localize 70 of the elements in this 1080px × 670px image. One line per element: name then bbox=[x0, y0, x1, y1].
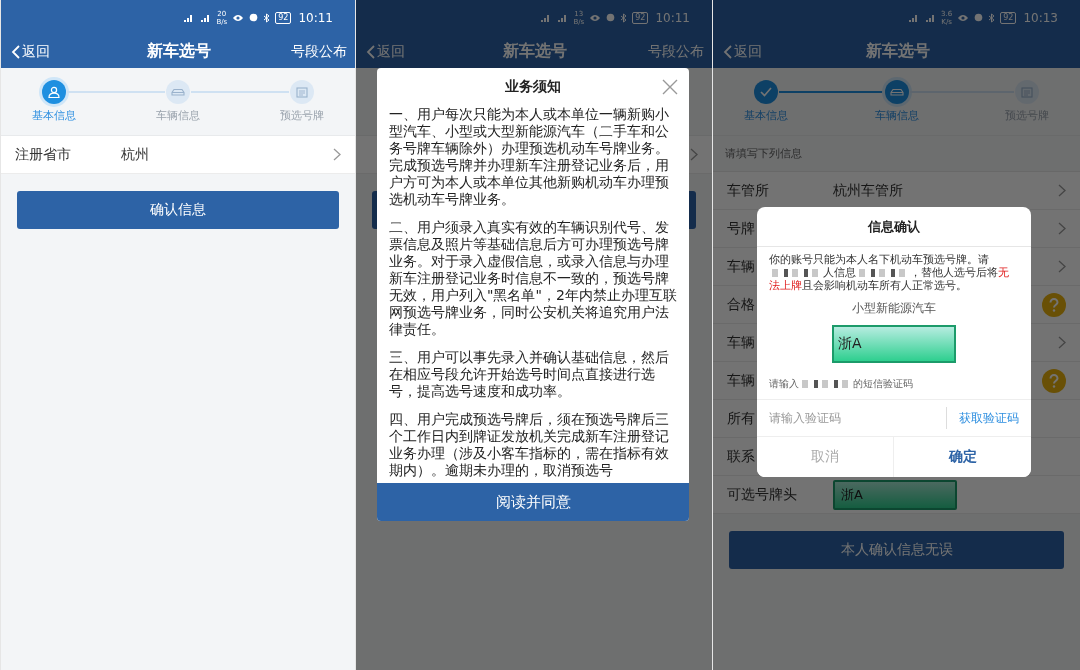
step-label: 车辆信息 bbox=[156, 108, 200, 123]
eye-icon bbox=[589, 13, 602, 22]
notice-paragraph: 四、用户完成预选号牌后，须在预选号牌后三个工作日内到牌证发放机关完成新车注册登记业务办理（涉及小客车指标的，需在指标有效期内）。逾期未办理的，取消预选号 bbox=[389, 411, 670, 479]
car-icon bbox=[171, 87, 185, 97]
dialog-title: 业务须知 bbox=[505, 78, 561, 96]
help-icon[interactable] bbox=[1042, 368, 1066, 393]
eye-icon bbox=[957, 13, 970, 22]
step-label: 基本信息 bbox=[744, 108, 788, 123]
notice-paragraph: 一、用户每次只能为本人或本单位一辆新购小型汽车、小型或大型新能源汽车（二手车和公务号牌车辆除外）办理预选机动车号牌业务。完成预选号牌并办理新车注册登记业务后，用户方可为本人或本单位其他新购机动车办理预选机动车号牌业务。 bbox=[389, 106, 670, 208]
step-label: 车辆信息 bbox=[874, 108, 919, 123]
row-value: 杭州 bbox=[121, 145, 150, 164]
step-label: 预选号牌 bbox=[280, 108, 324, 123]
eye-icon bbox=[232, 13, 245, 22]
back-button[interactable]: 返回 bbox=[723, 42, 762, 61]
check-icon bbox=[760, 87, 772, 97]
status-time: 10:11 bbox=[655, 10, 690, 25]
license-plate: 浙A bbox=[833, 479, 957, 510]
page-title: 新车选号 bbox=[147, 41, 211, 62]
sms-prompt: 请输入 的短信验证码 bbox=[768, 377, 914, 391]
agree-button[interactable]: 阅读并同意 bbox=[377, 483, 689, 521]
number-segment-link[interactable]: 号段公布 bbox=[648, 42, 704, 61]
submit-button[interactable]: 本人确认信息无误 bbox=[729, 531, 1064, 569]
notice-paragraph: 二、用户须录入真实有效的车辆识别代号、发票信息及照片等基础信息后方可办理预选号牌业务。对于录入虚假信息，或录入信息与办理新车注册登记业务时信息不一致的，预选号牌无效，用户列入"黑名单"，2年内禁止办理互联网预选号牌业务，同时公安机关将追究用户法律责任。 bbox=[389, 219, 677, 338]
dialog-title: 信息确认 bbox=[757, 207, 1031, 247]
number-segment-link[interactable]: 号段公布 bbox=[291, 42, 347, 61]
back-button[interactable]: 返回 bbox=[11, 42, 50, 61]
row-label: 联系 bbox=[727, 447, 755, 466]
status-time: 10:11 bbox=[298, 10, 333, 25]
notice-paragraph: 三、用户可以事先录入并确认基础信息，然后在相应号段允许开始选号时间点直接进行选号，提高选号速度和成功率。 bbox=[389, 349, 670, 400]
battery-indicator: 92 bbox=[275, 11, 292, 24]
row-label: 注册省市 bbox=[15, 145, 71, 164]
bluetooth-icon bbox=[988, 12, 996, 23]
row-label: 可选号牌头 bbox=[727, 485, 797, 504]
signal-icon bbox=[539, 13, 552, 22]
submit-button[interactable]: 确认信息 bbox=[17, 191, 339, 229]
page-title: 新车选号 bbox=[865, 41, 930, 62]
car-icon bbox=[889, 87, 904, 97]
signal-icon bbox=[182, 13, 195, 22]
signal-icon bbox=[924, 13, 937, 22]
help-icon[interactable] bbox=[1042, 292, 1066, 317]
row-label: 号牌 bbox=[727, 219, 755, 238]
back-button[interactable]: 返回 bbox=[366, 42, 405, 61]
signal-icon bbox=[199, 13, 212, 22]
row-value: 杭州车管所 bbox=[833, 181, 904, 200]
license-plate: 浙A bbox=[832, 325, 956, 363]
step-label: 基本信息 bbox=[32, 108, 76, 123]
chevron-left-icon bbox=[11, 44, 20, 59]
chevron-left-icon bbox=[723, 44, 732, 59]
close-icon[interactable] bbox=[661, 78, 679, 96]
signal-icon bbox=[907, 13, 920, 22]
page-title: 新车选号 bbox=[503, 41, 567, 62]
document-icon bbox=[296, 86, 308, 98]
person-icon bbox=[48, 86, 60, 98]
battery-indicator: 92 bbox=[1000, 11, 1017, 24]
bluetooth-icon bbox=[263, 12, 271, 23]
row-label: 所有 bbox=[727, 409, 755, 428]
bluetooth-icon bbox=[620, 12, 628, 23]
row-label: 车管所 bbox=[727, 181, 769, 200]
signal-icon bbox=[556, 13, 569, 22]
row-label: 车辆 bbox=[727, 371, 755, 390]
row-label: 合格 bbox=[727, 295, 755, 314]
row-label: 车辆 bbox=[727, 257, 755, 276]
document-icon bbox=[1021, 86, 1033, 98]
vehicle-type: 小型新能源汽车 bbox=[851, 300, 937, 317]
chevron-left-icon bbox=[366, 44, 375, 59]
dialog-message: 你的账号只能为本人名下机动车预选号牌。请 人信息 ，替他人选号后将无法上牌且会影响机动车所有人正常选号。 bbox=[768, 252, 1010, 292]
battery-indicator: 92 bbox=[632, 11, 649, 24]
status-time: 10:13 bbox=[1023, 10, 1058, 25]
row-label: 车辆 bbox=[727, 333, 755, 352]
form-row[interactable]: 注册省市 杭州 bbox=[1, 136, 355, 174]
